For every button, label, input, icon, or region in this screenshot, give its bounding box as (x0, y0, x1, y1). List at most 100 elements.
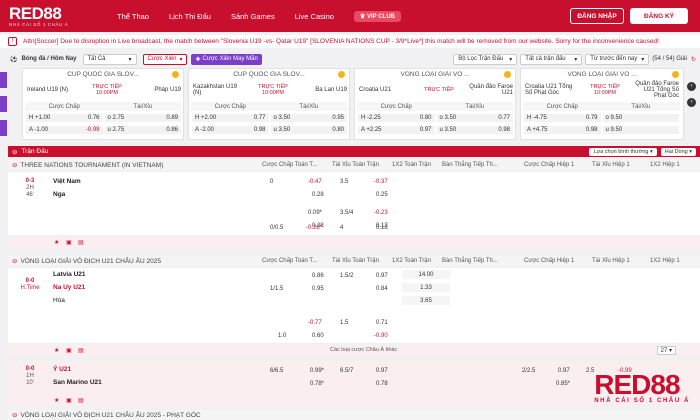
odds-cell[interactable]: H -2.25 0.80 (358, 113, 435, 122)
odds-cell[interactable]: o 3.50 0.77 (436, 113, 513, 122)
collapse-icon[interactable]: ⊖ (12, 411, 17, 419)
hdp-price[interactable]: 0.09* (308, 208, 322, 217)
sport-date-label[interactable]: Bóng đá / Hôm Nay (21, 56, 76, 62)
favorite-star-icon[interactable]: ★ (54, 397, 60, 404)
match-status: 0-0 H.Time (18, 278, 42, 292)
odds-cell[interactable]: A -1.00 -0.99 (26, 125, 103, 134)
collapse-icon[interactable]: ⊖ (12, 161, 17, 169)
parlay-button[interactable]: Cược Xiên ▾ (142, 53, 188, 65)
collapse-icon[interactable]: ⊖ (12, 148, 17, 156)
stats-icon[interactable]: ▤ (78, 397, 84, 404)
carousel-prev-button[interactable]: ‹ (687, 82, 696, 91)
refresh-icon[interactable]: ↻ (691, 56, 696, 63)
odds-cell[interactable]: u 2.75 0.86 (104, 125, 181, 134)
odds-cell[interactable]: u 3.50 0.98 (436, 125, 513, 134)
all-select[interactable]: Tất Cả ▾ (82, 53, 137, 65)
hdp-price[interactable]: -0.47 (308, 177, 322, 186)
col-ou-1h: Tài Xỉu Hiệp 1 (592, 162, 630, 168)
ou-price[interactable]: -0.23 (374, 208, 388, 217)
nav-games[interactable]: Sảnh Games (231, 12, 275, 21)
chevron-down-icon: ▾ (574, 56, 578, 63)
more-asian-bets-link[interactable]: Các loại cược Châu Á khác (330, 347, 397, 353)
watermark-tagline: NHÀ CÁI SỐ 1 CHÂU Á (594, 398, 690, 404)
odds-cell[interactable]: o 3.50 0.95 (270, 113, 347, 122)
odds-cell[interactable]: o 9.50 (602, 113, 679, 122)
hdp-price[interactable]: 0.99* (310, 366, 324, 375)
featured-card[interactable]: VÒNG LOẠI GIẢI VÔ ... Croatia U21 TRỰC T… (354, 68, 516, 140)
sort-select[interactable]: Từ trước đến nay ▾ (585, 53, 650, 65)
featured-card[interactable]: VÒNG LOẠI GIẢI VÔ ... Croatia U21 Tổng S… (520, 68, 684, 140)
tv-icon[interactable]: ▣ (66, 347, 72, 354)
featured-card[interactable]: CÚP QUỐC GIA SLOV... Ireland U19 (N) TRỰ… (22, 68, 184, 140)
ou-price[interactable]: 0.18 (376, 223, 388, 232)
x12-home[interactable]: 14.00 (402, 270, 450, 279)
odds-cell[interactable]: A -2.00 0.98 (192, 125, 269, 134)
stats-icon[interactable]: ▤ (78, 347, 84, 354)
ou-price[interactable]: -0.90 (374, 331, 388, 340)
sort-mode-select[interactable]: Lựa chọn bình thường ▾ (589, 147, 657, 156)
favorite-star-icon[interactable]: ★ (54, 347, 60, 354)
favorite-star-icon[interactable] (504, 71, 511, 78)
hdp-price[interactable]: 0.95 (312, 284, 324, 293)
brand-logo[interactable]: RED88 NHÀ CÁI SỐ 1 CHÂU Á (9, 5, 69, 27)
carousel-next-button[interactable]: › (687, 98, 696, 107)
league-header[interactable]: ⊖ VÒNG LOẠI GIẢI VÔ ĐỊCH U21 CHÂU ÂU 202… (8, 410, 700, 420)
stats-icon[interactable]: ▤ (78, 239, 84, 246)
odds-cell[interactable]: o 2.75 0.89 (104, 113, 181, 122)
tv-icon[interactable]: ▣ (66, 239, 72, 246)
odds-cell[interactable]: H +2.00 0.77 (192, 113, 269, 122)
hdp-price[interactable]: 0.78* (310, 379, 324, 388)
favorite-star-icon[interactable]: ★ (54, 239, 60, 246)
side-banner-3[interactable] (0, 120, 7, 136)
odds-cell[interactable]: A +2.25 0.97 (358, 125, 435, 134)
hdp-1h-price[interactable]: 0.97 (558, 366, 570, 375)
featured-card[interactable]: CÚP QUỐC GIA SLOV... Kazakhstan U19 (N) … (188, 68, 350, 140)
price: 0.79 (585, 114, 598, 121)
col-hdp-1h: Cược Chấp Hiệp 1 (524, 162, 575, 168)
ou-price[interactable]: -0.37 (374, 177, 388, 186)
favorite-star-icon[interactable] (172, 71, 179, 78)
all-matches-select[interactable]: Tất cả trận đấu ▾ (520, 53, 583, 65)
register-button[interactable]: ĐĂNG KÝ (630, 8, 688, 24)
hdp-header: Cược Chấp (546, 103, 578, 110)
odds-cell[interactable]: u 3.50 0.80 (270, 125, 347, 134)
odds-cell[interactable]: u 9.50 (602, 125, 679, 134)
hdp-1h-price[interactable]: 0.85* (556, 379, 570, 388)
odds-cell[interactable]: H -4.75 0.79 (524, 113, 601, 122)
lucky-parlay-button[interactable]: ✚ Cược Xiên May Mắn (191, 53, 262, 65)
side-banner-1[interactable] (0, 72, 7, 88)
odds-lines-select[interactable]: Hai Dòng ▾ (660, 147, 696, 156)
favorite-star-icon[interactable] (672, 71, 679, 78)
odds-cell[interactable]: A +4.75 0.98 (524, 125, 601, 134)
hdp-price[interactable]: 0.60 (312, 331, 324, 340)
login-button[interactable]: ĐĂNG NHẬP (570, 8, 624, 24)
odds-cell[interactable]: H +1.00 0.76 (26, 113, 103, 122)
ou-price[interactable]: 0.84 (376, 284, 388, 293)
league-name: THREE NATIONS TOURNAMENT (IN VIETNAM) (20, 161, 164, 169)
hdp-price[interactable]: 0.86 (312, 271, 324, 280)
x12-draw[interactable]: 3.65 (402, 296, 450, 305)
hdp-price[interactable]: 0.28 (312, 190, 324, 199)
hdp-price[interactable]: -0.28* (306, 223, 322, 232)
tv-icon[interactable]: ▣ (66, 397, 72, 404)
ou-price[interactable]: 0.97 (376, 366, 388, 375)
ou-price[interactable]: 0.25 (376, 190, 388, 199)
side-banner-2[interactable] (0, 96, 7, 112)
x12-away[interactable]: 1.33 (402, 283, 450, 292)
favorite-star-icon[interactable] (338, 71, 345, 78)
ou-price[interactable]: 0.97 (376, 271, 388, 280)
collapse-icon[interactable]: ⊖ (12, 257, 17, 265)
nav-live-casino[interactable]: Live Casino (295, 12, 334, 21)
nav-schedule[interactable]: Lịch Thi Đấu (169, 12, 211, 21)
col-next-goal: Bàn Thắng Tiếp Th... (442, 258, 498, 264)
away-team: Na Uy U21 (53, 284, 86, 291)
more-markets-count[interactable]: 27 ▾ (656, 346, 676, 355)
match-filter-select[interactable]: Bộ Lọc Trận Đấu ▾ (453, 53, 518, 65)
ou-price[interactable]: 0.71 (376, 318, 388, 327)
hdp-price[interactable]: -0.77 (308, 318, 322, 327)
announcement-text: Attn[Soccer] Due to disruption in Live b… (23, 38, 659, 45)
minute: 10' (26, 380, 34, 386)
nav-sports[interactable]: Thể Thao (117, 12, 149, 21)
ou-price[interactable]: 0.78 (376, 379, 388, 388)
vip-club-button[interactable]: ♛ VIP CLUB (353, 10, 401, 22)
